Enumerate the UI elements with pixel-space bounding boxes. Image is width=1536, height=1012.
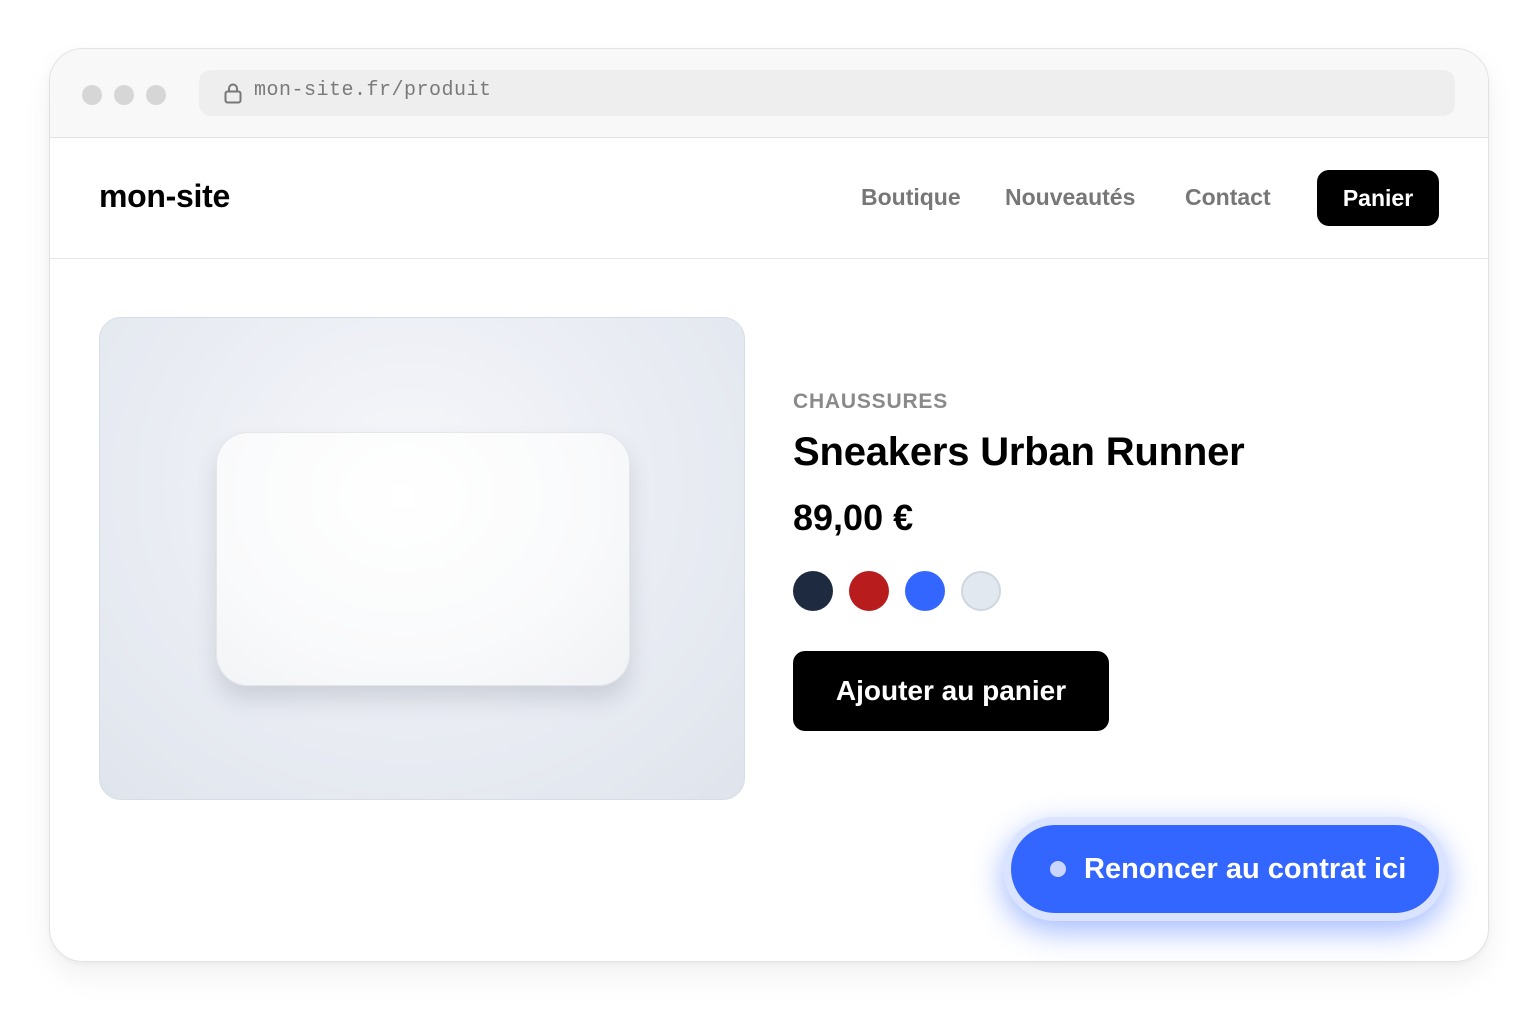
product-price: 89,00 € xyxy=(793,497,914,538)
address-bar[interactable]: mon-site.fr/produit xyxy=(199,70,1455,116)
lock-icon xyxy=(224,83,242,104)
color-swatch-navy[interactable] xyxy=(793,571,833,611)
withdrawal-button-label: Renoncer au contrat ici xyxy=(1084,852,1407,885)
color-swatch-blue[interactable] xyxy=(905,571,945,611)
browser-chrome: mon-site.fr/produit xyxy=(50,49,1488,138)
window-close-dot[interactable] xyxy=(82,85,102,105)
product-image-placeholder xyxy=(216,432,630,686)
add-to-cart-button[interactable]: Ajouter au panier xyxy=(793,651,1109,731)
nav-link-nouveautes[interactable]: Nouveautés xyxy=(1005,184,1135,211)
product-image xyxy=(99,317,745,800)
site-logo[interactable]: mon-site xyxy=(99,178,230,215)
color-swatch-light-grey[interactable] xyxy=(961,571,1001,611)
site-header: mon-site Boutique Nouveautés Contact Pan… xyxy=(50,138,1488,259)
color-swatch-red[interactable] xyxy=(849,571,889,611)
browser-window: mon-site.fr/produit mon-site Boutique No… xyxy=(49,48,1489,962)
cart-button[interactable]: Panier xyxy=(1317,170,1439,226)
window-minimize-dot[interactable] xyxy=(114,85,134,105)
withdrawal-button[interactable]: Renoncer au contrat ici xyxy=(1011,825,1439,913)
product-category: CHAUSSURES xyxy=(793,390,949,413)
status-dot-icon xyxy=(1050,861,1066,877)
nav-link-contact[interactable]: Contact xyxy=(1185,184,1271,211)
url-text: mon-site.fr/produit xyxy=(254,79,492,102)
window-maximize-dot[interactable] xyxy=(146,85,166,105)
nav-link-boutique[interactable]: Boutique xyxy=(861,184,961,211)
product-title: Sneakers Urban Runner xyxy=(793,430,1245,474)
